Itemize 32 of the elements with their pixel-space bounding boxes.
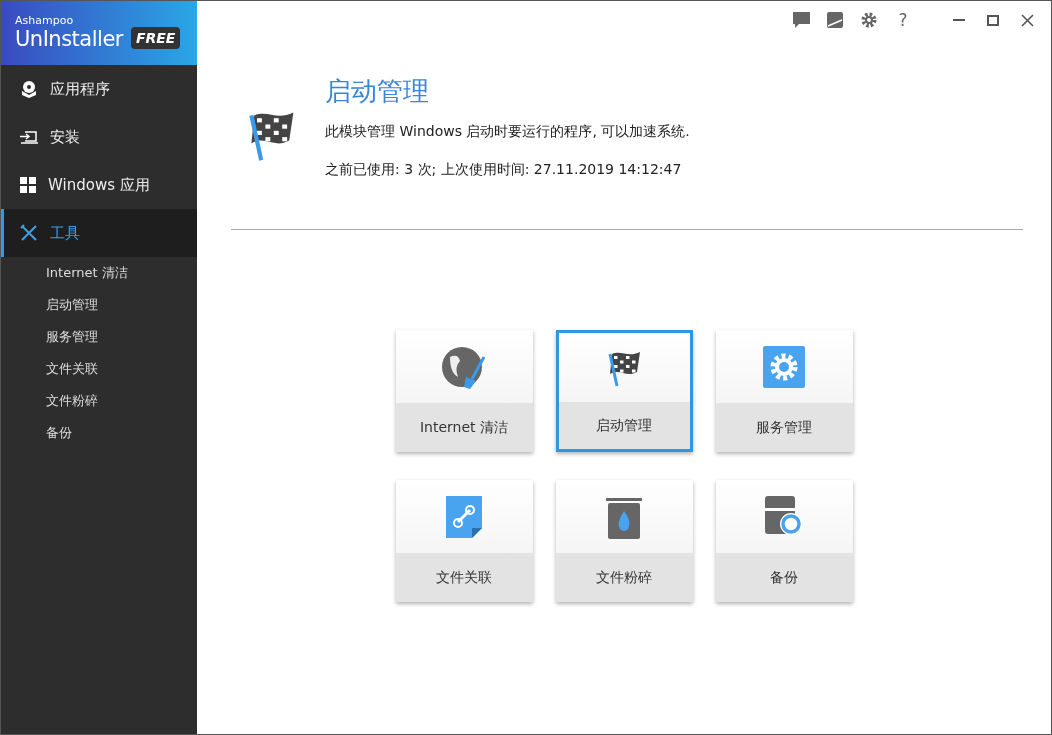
- sidebar-item[interactable]: 应用程序: [1, 65, 197, 113]
- page-title: 启动管理: [325, 75, 430, 107]
- usage-info: 之前已使用: 3 次; 上次使用时间: 27.11.2019 14:12:47: [325, 161, 683, 179]
- module-description: 此模块管理 Windows 启动时要运行的程序, 可以加速系统.: [325, 123, 690, 141]
- sidebar-subitem[interactable]: Internet 清洁: [1, 257, 197, 289]
- link-file-icon: [446, 495, 482, 538]
- sidebar-subitem[interactable]: 文件粉碎: [1, 385, 197, 417]
- skin-icon[interactable]: [825, 10, 845, 30]
- sidebar-item[interactable]: 工具: [1, 209, 197, 257]
- sidebar-subitem[interactable]: 服务管理: [1, 321, 197, 353]
- tool-tile[interactable]: 备份: [715, 480, 853, 602]
- sidebar-subitem[interactable]: 启动管理: [1, 289, 197, 321]
- sidebar-item[interactable]: Windows 应用: [1, 161, 197, 209]
- backup-icon: [765, 495, 803, 538]
- tool-tile[interactable]: 文件粉碎: [555, 480, 693, 602]
- feedback-icon[interactable]: [791, 10, 811, 30]
- install-icon: [20, 130, 38, 144]
- tool-tile[interactable]: 启动管理: [555, 330, 693, 452]
- disc-box-icon: [20, 80, 38, 98]
- logo-brand: Ashampoo: [15, 15, 75, 27]
- sidebar-item[interactable]: 安装: [1, 113, 197, 161]
- tool-tile[interactable]: 服务管理: [715, 330, 853, 452]
- windows-icon: [20, 177, 36, 193]
- settings-icon: [763, 345, 805, 388]
- sidebar-subitem[interactable]: 备份: [1, 417, 197, 449]
- sidebar-subitem[interactable]: 文件关联: [1, 353, 197, 385]
- tool-tile[interactable]: 文件关联: [395, 480, 533, 602]
- settings-icon[interactable]: [859, 10, 879, 30]
- logo-product: UnInstaller: [15, 27, 123, 51]
- tool-tile[interactable]: Internet 清洁: [395, 330, 533, 452]
- help-button[interactable]: ?: [893, 10, 913, 30]
- edition-badge: FREE: [130, 27, 181, 49]
